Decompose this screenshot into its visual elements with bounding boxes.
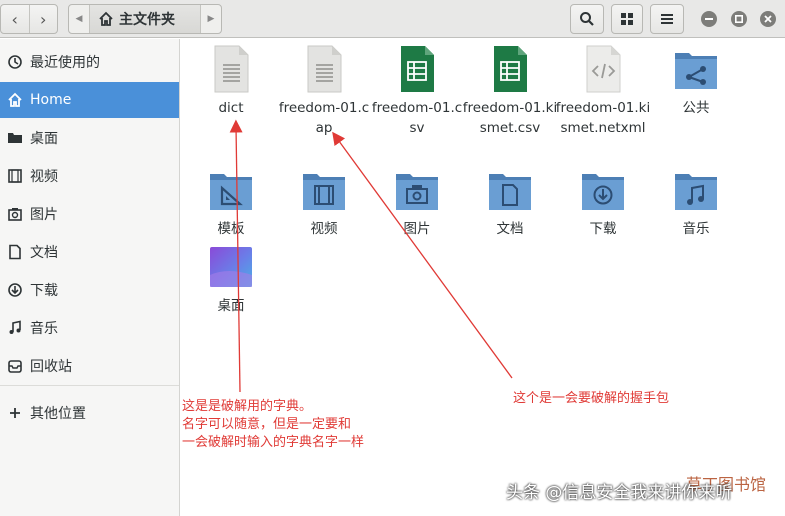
annotation-cap-note: 这个是一会要破解的握手包 (513, 391, 670, 406)
watermark: 头条 @信息安全我来讲你来听 (506, 483, 733, 503)
annotation-dict-note: 这是是破解用的字典。 名字可以随意，但是一定要和 一会破解时输入的字典名字一样 (182, 398, 364, 452)
music-icon (6, 319, 24, 337)
path-right-arrow-icon[interactable]: ▶ (201, 14, 221, 24)
text-file-icon (300, 45, 348, 93)
forward-button[interactable]: › (30, 5, 58, 33)
public-folder-icon (672, 45, 720, 93)
minimize-icon (705, 18, 713, 20)
sidebar-item-pictures[interactable]: 图片 (0, 196, 179, 232)
folder-icon (6, 129, 24, 147)
sidebar-item-videos[interactable]: 视频 (0, 158, 179, 194)
grid-icon (621, 13, 633, 25)
file-name: freedom-01.kismet.netxml (555, 100, 651, 136)
text-file-icon (207, 45, 255, 93)
folder-item-videos[interactable]: 视频 (276, 166, 372, 239)
home-icon (99, 11, 113, 26)
sidebar-item-label: 文档 (30, 245, 58, 261)
desktop-folder-icon (207, 243, 255, 291)
download-icon (6, 281, 24, 299)
sidebar-item-label: 桌面 (30, 131, 58, 147)
sidebar-item-music[interactable]: 音乐 (0, 310, 179, 346)
folder-name: 模板 (217, 221, 245, 237)
file-name: dict (218, 100, 244, 116)
nav-buttons: ‹ › (0, 4, 58, 34)
menu-button[interactable] (650, 4, 684, 34)
annotation-line: 名字可以随意，但是一定要和 (182, 417, 352, 432)
sidebar-item-home[interactable]: Home (0, 82, 179, 118)
minimize-button[interactable] (701, 11, 717, 27)
file-item-dict[interactable]: dict (183, 45, 279, 118)
folder-name: 图片 (403, 221, 431, 237)
pictures-folder-icon (393, 166, 441, 214)
search-icon (580, 12, 594, 26)
sidebar-item-downloads[interactable]: 下载 (0, 272, 179, 308)
close-icon (764, 15, 772, 23)
xml-file-icon (579, 45, 627, 93)
folder-item-public[interactable]: 公共 (648, 45, 744, 118)
sidebar-item-label: 图片 (30, 207, 58, 223)
header-bar: ‹ › ◀ 主文件夹 ▶ (0, 0, 785, 38)
sidebar-item-documents[interactable]: 文档 (0, 234, 179, 270)
search-button[interactable] (570, 4, 604, 34)
video-icon (6, 167, 24, 185)
documents-folder-icon (486, 166, 534, 214)
sidebar-item-label: 视频 (30, 169, 58, 185)
downloads-folder-icon (579, 166, 627, 214)
file-name: freedom-01.kismet.csv (462, 100, 558, 136)
sidebar-item-trash[interactable]: 回收站 (0, 348, 179, 384)
folder-item-music[interactable]: 音乐 (648, 166, 744, 239)
annotation-line: 这是是破解用的字典。 (182, 399, 313, 414)
templates-folder-icon (207, 166, 255, 214)
sidebar-item-label: 下载 (30, 283, 58, 299)
folder-item-pictures[interactable]: 图片 (369, 166, 465, 239)
folder-name: 音乐 (682, 221, 710, 237)
sidebar-item-recent[interactable]: 最近使用的 (0, 44, 179, 80)
folder-name: 文档 (496, 221, 524, 237)
sidebar-item-other-locations[interactable]: 其他位置 (0, 395, 179, 431)
maximize-icon (735, 15, 743, 23)
plus-icon (6, 404, 24, 422)
sidebar-item-label: 音乐 (30, 321, 58, 337)
folder-name: 下载 (589, 221, 617, 237)
home-icon (6, 91, 24, 109)
breadcrumb[interactable]: 主文件夹 (89, 5, 201, 33)
sidebar-item-label: 其他位置 (30, 406, 86, 422)
trash-icon (6, 357, 24, 375)
spreadsheet-icon (486, 45, 534, 93)
sidebar-item-label: 最近使用的 (30, 55, 100, 71)
folder-name: 公共 (682, 100, 710, 116)
file-item-kismet-csv[interactable]: freedom-01.kismet.csv (462, 45, 558, 138)
picture-icon (6, 205, 24, 223)
sidebar-item-label: Home (30, 92, 72, 108)
path-left-arrow-icon[interactable]: ◀ (69, 14, 89, 24)
maximize-button[interactable] (731, 11, 747, 27)
document-icon (6, 243, 24, 261)
folder-item-templates[interactable]: 模板 (183, 166, 279, 239)
path-bar: ◀ 主文件夹 ▶ (68, 4, 222, 34)
view-grid-button[interactable] (611, 4, 643, 34)
file-item-kismet-netxml[interactable]: freedom-01.kismet.netxml (555, 45, 651, 138)
breadcrumb-label: 主文件夹 (119, 12, 175, 28)
file-name: freedom-01.csv (371, 100, 463, 136)
file-item-cap[interactable]: freedom-01.cap (276, 45, 372, 138)
sidebar-divider (0, 385, 179, 386)
back-button[interactable]: ‹ (1, 5, 30, 33)
folder-name: 视频 (310, 221, 338, 237)
file-item-csv[interactable]: freedom-01.csv (369, 45, 465, 138)
folder-name: 桌面 (217, 298, 245, 314)
folder-item-documents[interactable]: 文档 (462, 166, 558, 239)
sidebar: 最近使用的 Home 桌面 视频 图片 文档 下载 音乐 回收站 其他位置 (0, 39, 180, 516)
hamburger-icon (661, 14, 673, 24)
recent-icon (6, 53, 24, 71)
spreadsheet-icon (393, 45, 441, 93)
folder-item-desktop[interactable]: 桌面 (183, 243, 279, 316)
video-folder-icon (300, 166, 348, 214)
folder-item-downloads[interactable]: 下载 (555, 166, 651, 239)
annotation-line: 一会破解时输入的字典名字一样 (182, 435, 365, 450)
close-button[interactable] (760, 11, 776, 27)
sidebar-item-desktop[interactable]: 桌面 (0, 120, 179, 156)
sidebar-item-label: 回收站 (30, 359, 72, 375)
file-name: freedom-01.cap (278, 100, 370, 136)
music-folder-icon (672, 166, 720, 214)
